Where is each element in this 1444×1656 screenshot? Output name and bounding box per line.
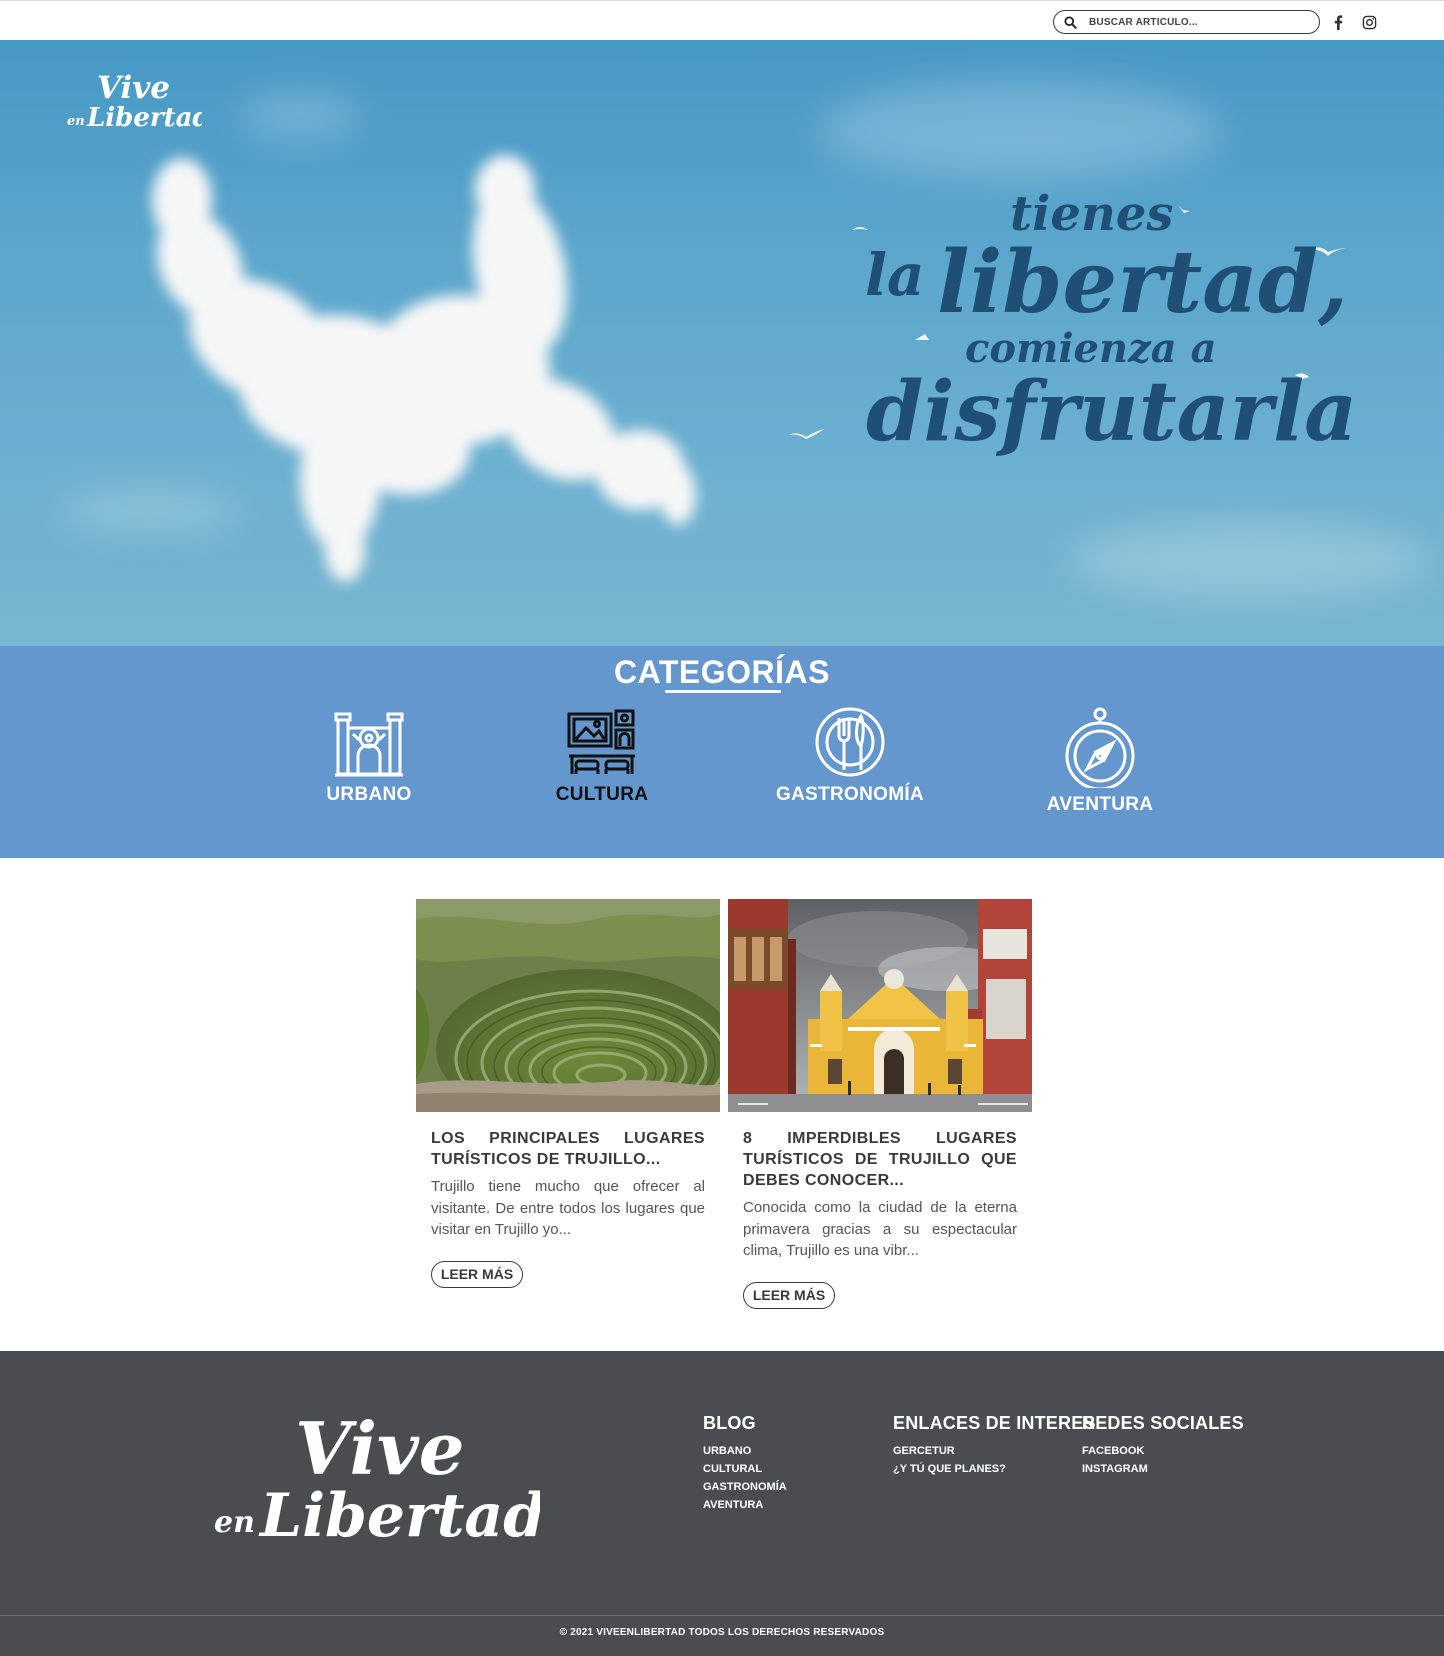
category-urbano[interactable]: URBANO [294,706,444,806]
post-card: LOS PRINCIPALES LUGARES TURÍSTICOS DE TR… [416,899,720,1288]
building-icon [334,712,404,777]
hero-banner: Vive en Libertad tienes la libertad, com… [0,40,1444,646]
copyright-bar: © 2021 VIVEENLIBERTAD TODOS LOS DERECHOS… [0,1615,1444,1656]
post-image-trujillo-plaza[interactable] [728,899,1032,1112]
footer-link-instagram[interactable]: INSTAGRAM [1082,1460,1244,1478]
post-excerpt: Conocida como la ciudad de la eterna pri… [743,1199,1017,1259]
search-input[interactable] [1089,16,1304,28]
category-label: URBANO [326,784,412,805]
footer-logo[interactable]: Vive en Libertad [210,1406,540,1546]
top-bar [0,0,1444,40]
categories-underline [665,690,781,693]
footer-link-aventura[interactable]: AVENTURA [703,1496,787,1514]
compass-icon [1065,707,1135,788]
footer-column-enlaces: ENLACES DE INTERES GERCETUR ¿Y TÚ QUE PL… [893,1413,1096,1478]
hero-slogan: tienes la libertad, comienza a disfrutar… [865,186,1357,460]
footer-column-redes: REDES SOCIALES FACEBOOK INSTAGRAM [1082,1413,1244,1478]
post-card: 8 IMPERDIBLES LUGARES TURÍSTICOS DE TRUJ… [728,899,1032,1309]
post-title[interactable]: LOS PRINCIPALES LUGARES TURÍSTICOS DE TR… [431,1128,705,1170]
footer-link-urbano[interactable]: URBANO [703,1442,787,1460]
post-image-moray-terraces[interactable] [416,899,720,1112]
category-label: CULTURA [555,784,649,805]
read-more-button[interactable]: LEER MÁS [431,1260,523,1288]
footer-column-blog: BLOG URBANO CULTURAL GASTRONOMÍA AVENTUR… [703,1413,787,1514]
footer-column-title: ENLACES DE INTERES [893,1413,1096,1433]
categories-title: CATEGORÍAS [614,654,830,690]
plate-cutlery-icon [815,707,885,777]
post-excerpt: Trujillo tiene mucho que ofrecer al visi… [431,1178,705,1238]
magnifier-icon [1064,15,1077,29]
footer-link-y-tu-que-planes[interactable]: ¿Y TÚ QUE PLANES? [893,1460,1096,1478]
footer-link-cultural[interactable]: CULTURAL [703,1460,787,1478]
search-box[interactable] [1053,10,1320,34]
instagram-icon[interactable] [1359,12,1379,32]
footer-logo-libertad: Libertad [258,1481,540,1546]
category-cultura[interactable]: CULTURA [527,706,677,806]
footer-logo-en: en [214,1505,255,1540]
categories-section: CATEGORÍAS URBANO CULTURA GASTRONOMÍA AV… [0,646,1444,858]
footer-link-facebook[interactable]: FACEBOOK [1082,1442,1244,1460]
footer-column-title: REDES SOCIALES [1082,1413,1244,1433]
category-aventura[interactable]: AVENTURA [1025,706,1175,816]
footer-link-gercetur[interactable]: GERCETUR [893,1442,1096,1460]
footer-logo-vive: Vive [295,1406,465,1491]
facebook-icon[interactable] [1328,12,1348,32]
slogan-line-4: disfrutarla [866,364,1357,460]
footer-link-gastronomia[interactable]: GASTRONOMÍA [703,1478,787,1496]
category-gastronomia[interactable]: GASTRONOMÍA [775,706,925,806]
museum-gallery-icon [567,709,635,774]
category-label: AVENTURA [1046,794,1154,815]
post-title[interactable]: 8 IMPERDIBLES LUGARES TURÍSTICOS DE TRUJ… [743,1128,1017,1191]
slogan-line-2a: la [865,241,925,309]
read-more-button[interactable]: LEER MÁS [743,1281,835,1309]
slogan-line-2b: libertad, [937,232,1348,333]
footer: Vive en Libertad BLOG URBANO CULTURAL GA… [0,1351,1444,1615]
copyright-text: © 2021 VIVEENLIBERTAD TODOS LOS DERECHOS… [559,1627,885,1638]
footer-column-title: BLOG [703,1413,756,1433]
category-label: GASTRONOMÍA [776,784,924,805]
